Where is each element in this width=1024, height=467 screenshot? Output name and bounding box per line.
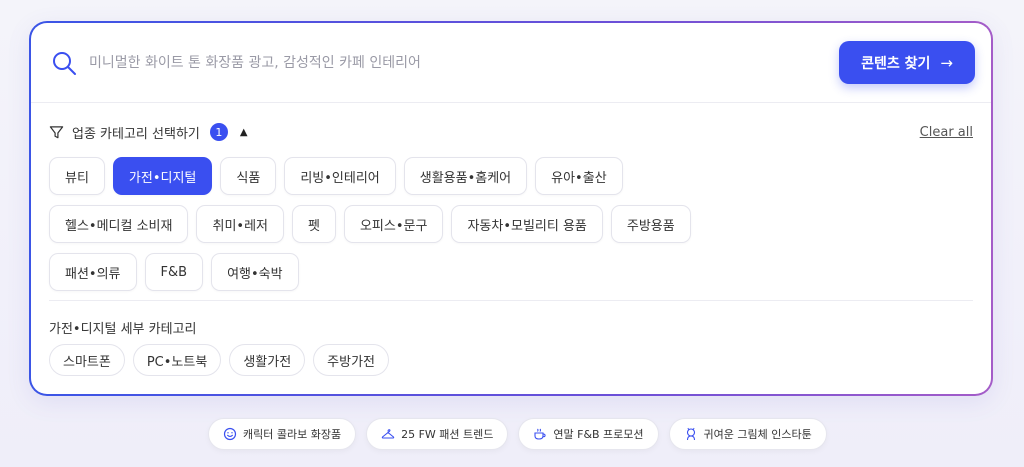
suggestion-chip[interactable]: 25 FW 패션 트렌드: [366, 418, 509, 450]
category-chip[interactable]: 패션•의류: [49, 253, 137, 291]
subcategory-chip[interactable]: 생활가전: [229, 344, 306, 376]
suggestion-chip[interactable]: 캐릭터 콜라보 화장품: [208, 418, 357, 450]
search-card: 콘텐츠 찾기 → 업종 카테고리 선택하기 1 ▲ Clear all 뷰티 가…: [31, 23, 991, 394]
character-icon: [686, 427, 695, 441]
category-chip[interactable]: 펫: [292, 205, 336, 243]
search-icon: [53, 52, 76, 75]
category-chip[interactable]: 식품: [220, 157, 277, 195]
search-bar: 콘텐츠 찾기 →: [31, 23, 991, 103]
find-content-label: 콘텐츠 찾기: [861, 55, 931, 72]
filter-title: 업종 카테고리 선택하기: [72, 126, 200, 142]
coffee-icon: [534, 428, 547, 440]
section-divider: [49, 300, 973, 301]
category-chips: 뷰티 가전•디지털 식품 리빙•인테리어 생활용품•홈케어 유아•출산 헬스•메…: [49, 157, 989, 301]
category-chip[interactable]: 리빙•인테리어: [284, 157, 396, 195]
category-chip[interactable]: 여행•숙박: [211, 253, 299, 291]
category-chip[interactable]: 취미•레저: [196, 205, 284, 243]
search-input[interactable]: [89, 49, 789, 77]
category-row-2: 헬스•메디컬 소비재 취미•레저 펫 오피스•문구 자동차•모빌리티 용품 주방…: [49, 205, 989, 243]
suggestion-label: 연말 F&B 프로모션: [553, 428, 644, 441]
category-chip[interactable]: 오피스•문구: [343, 205, 444, 243]
category-chip[interactable]: 자동차•모빌리티 용품: [451, 205, 603, 243]
category-row-3: 패션•의류 F&B 여행•숙박: [49, 253, 989, 291]
subcategory-chips: 스마트폰 PC•노트북 생활가전 주방가전: [49, 344, 389, 376]
category-chip[interactable]: 생활용품•홈케어: [403, 157, 528, 195]
suggestion-label: 25 FW 패션 트렌드: [401, 428, 494, 441]
arrow-right-icon: →: [940, 53, 953, 72]
category-filter-toggle[interactable]: 업종 카테고리 선택하기 1 ▲: [49, 122, 248, 142]
subcategory-chip[interactable]: 스마트폰: [49, 344, 125, 376]
category-chip[interactable]: F&B: [144, 253, 204, 291]
filter-icon: [49, 125, 64, 138]
selected-count-badge: 1: [209, 123, 228, 141]
suggestion-chip[interactable]: 연말 F&B 프로모션: [518, 418, 659, 450]
find-content-button[interactable]: 콘텐츠 찾기 →: [839, 41, 975, 84]
suggestion-chips: 캐릭터 콜라보 화장품 25 FW 패션 트렌드 연말 F&B 프로모션 귀여운…: [208, 418, 827, 450]
subcategory-chip[interactable]: 주방가전: [313, 344, 389, 376]
category-chip[interactable]: 주방용품: [610, 205, 691, 243]
subcategory-title: 가전•디지털 세부 카테고리: [49, 322, 197, 337]
hanger-icon: [381, 429, 395, 439]
category-chip-selected[interactable]: 가전•디지털: [112, 157, 213, 195]
suggestion-label: 귀여운 그림체 인스타툰: [703, 428, 812, 441]
suggestion-chip[interactable]: 귀여운 그림체 인스타툰: [668, 418, 827, 450]
category-row-1: 뷰티 가전•디지털 식품 리빙•인테리어 생활용품•홈케어 유아•출산: [49, 157, 989, 195]
search-panel: 콘텐츠 찾기 → 업종 카테고리 선택하기 1 ▲ Clear all 뷰티 가…: [29, 21, 993, 396]
smile-icon: [223, 427, 237, 441]
suggestion-label: 캐릭터 콜라보 화장품: [243, 428, 342, 441]
subcategory-chip[interactable]: PC•노트북: [132, 344, 222, 376]
category-chip[interactable]: 유아•출산: [535, 157, 623, 195]
clear-all-link[interactable]: Clear all: [920, 125, 973, 140]
category-chip[interactable]: 헬스•메디컬 소비재: [49, 205, 189, 243]
category-chip[interactable]: 뷰티: [49, 157, 105, 195]
caret-up-icon: ▲: [239, 126, 248, 138]
